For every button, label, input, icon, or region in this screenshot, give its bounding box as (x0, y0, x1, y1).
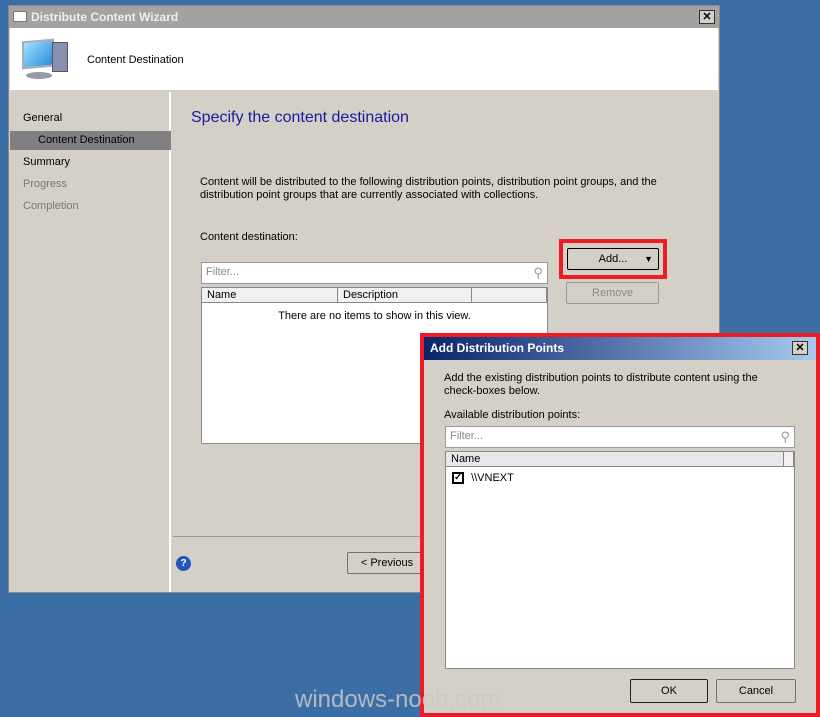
page-title: Specify the content destination (191, 109, 409, 126)
item-name: \\VNEXT (471, 472, 514, 484)
ok-button[interactable]: OK (630, 679, 708, 703)
available-label: Available distribution points: (444, 409, 581, 421)
empty-list-text: There are no items to show in this view. (278, 310, 471, 322)
add-distribution-points-dialog: Add Distribution Points ✕ Add the existi… (424, 337, 816, 713)
distribution-points-list[interactable]: Name ✓ \\VNEXT (445, 451, 795, 669)
header-step-title: Content Destination (87, 54, 184, 66)
wizard-icon (13, 11, 27, 22)
nav-progress: Progress (23, 178, 68, 190)
previous-button[interactable]: < Previous (347, 552, 427, 574)
nav-content-destination[interactable]: Content Destination (10, 131, 171, 150)
column-name[interactable]: Name (202, 288, 338, 303)
window-title: Distribute Content Wizard (31, 10, 179, 24)
close-button[interactable]: ✕ (699, 10, 715, 24)
wizard-nav: General Content Destination Summary Prog… (10, 92, 171, 592)
dropdown-arrow-icon: ▼ (644, 254, 653, 264)
destination-label: Content destination: (200, 231, 298, 243)
nav-summary[interactable]: Summary (10, 153, 171, 172)
computer-icon (22, 38, 70, 82)
title-bar: Distribute Content Wizard ✕ (9, 6, 719, 28)
dialog-close-button[interactable]: ✕ (792, 341, 808, 355)
nav-general[interactable]: General (10, 109, 171, 128)
checkbox-checked[interactable]: ✓ (452, 472, 464, 485)
help-icon[interactable]: ? (176, 556, 191, 571)
page-description: Content will be distributed to the follo… (200, 176, 657, 201)
dialog-filter-input[interactable]: Filter... ⚲ (445, 426, 795, 448)
cancel-button[interactable]: Cancel (716, 679, 796, 703)
add-button[interactable]: Add... ▼ (567, 248, 659, 270)
column-name[interactable]: Name (446, 452, 784, 467)
nav-completion: Completion (23, 200, 79, 212)
watermark: windows-noob.com (295, 686, 501, 713)
filter-input[interactable]: Filter... ⚲ (201, 262, 548, 284)
wizard-header: Content Destination (10, 28, 718, 90)
search-icon: ⚲ (780, 429, 790, 444)
dialog-description: Add the existing distribution points to … (444, 372, 758, 397)
search-icon: ⚲ (533, 265, 543, 280)
remove-button: Remove (566, 282, 659, 304)
column-description[interactable]: Description (338, 288, 472, 303)
dialog-title-bar: Add Distribution Points ✕ (424, 337, 816, 360)
list-item[interactable]: ✓ \\VNEXT (452, 471, 514, 485)
